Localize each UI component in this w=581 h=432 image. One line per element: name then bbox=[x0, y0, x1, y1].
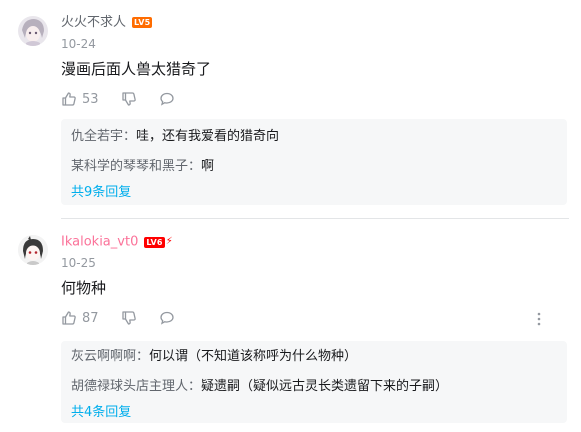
comment-item: Ikalokia_vt0 LV6 ⚡ 10-25 何物种 87 灰云啊啊啊：何以… bbox=[0, 219, 581, 432]
reply-item: 灰云啊啊啊：何以谓（不知道该称呼为什么物种） bbox=[71, 349, 557, 365]
comment-content: 漫画后面人兽太猎奇了 bbox=[61, 60, 212, 78]
dislike-button[interactable] bbox=[121, 91, 137, 107]
thumbs-down-icon bbox=[121, 91, 137, 107]
reply-separator: ： bbox=[188, 379, 202, 394]
reply-text: 啊 bbox=[201, 159, 215, 174]
comment-content: 何物种 bbox=[61, 279, 107, 297]
reply-text: 哇，还有我爱看的猎奇向 bbox=[136, 129, 280, 144]
reply-button[interactable] bbox=[159, 91, 175, 107]
reply-username[interactable]: 胡德禄球头店主理人 bbox=[71, 379, 188, 394]
view-more-replies-link[interactable]: 共9条回复 bbox=[71, 185, 557, 201]
reply-bubble-icon bbox=[159, 91, 175, 107]
username[interactable]: 火火不求人 LV5 bbox=[61, 15, 153, 31]
reply-username[interactable]: 灰云啊啊啊 bbox=[71, 349, 136, 364]
reply-list: 灰云啊啊啊：何以谓（不知道该称呼为什么物种） 胡德禄球头店主理人：疑遗嗣（疑似远… bbox=[61, 341, 567, 423]
reply-separator: ： bbox=[136, 349, 150, 364]
more-icon[interactable] bbox=[537, 311, 541, 330]
dislike-button[interactable] bbox=[121, 310, 137, 326]
view-more-replies-link[interactable]: 共4条回复 bbox=[71, 405, 557, 421]
reply-item: 仇全若宇：哇，还有我爱看的猎奇向 bbox=[71, 129, 557, 145]
lightning-icon: ⚡ bbox=[165, 236, 173, 247]
reply-username[interactable]: 某科学的琴琴和黑子 bbox=[71, 159, 188, 174]
comment-item: 火火不求人 LV5 10-24 漫画后面人兽太猎奇了 53 仇全若宇：哇，还有我… bbox=[0, 0, 581, 219]
level-badge: LV6 bbox=[144, 236, 165, 248]
avatar[interactable] bbox=[18, 235, 48, 265]
like-count: 87 bbox=[82, 310, 99, 326]
username-text[interactable]: 火火不求人 bbox=[61, 15, 126, 30]
comment-time: 10-24 bbox=[61, 37, 96, 51]
reply-separator: ： bbox=[123, 129, 137, 144]
comment-time: 10-25 bbox=[61, 256, 96, 270]
reply-list: 仇全若宇：哇，还有我爱看的猎奇向 某科学的琴琴和黑子：啊 共9条回复 bbox=[61, 119, 567, 205]
level-badge: LV5 bbox=[132, 17, 153, 28]
reply-bubble-icon bbox=[159, 310, 175, 326]
reply-separator: ： bbox=[188, 159, 202, 174]
username-text[interactable]: Ikalokia_vt0 bbox=[61, 235, 138, 250]
reply-button[interactable] bbox=[159, 310, 175, 326]
reply-username[interactable]: 仇全若宇 bbox=[71, 129, 123, 144]
thumbs-up-icon bbox=[61, 91, 77, 107]
like-button[interactable]: 53 bbox=[61, 91, 99, 107]
reply-text: 疑遗嗣（疑似远古灵长类遗留下来的子嗣） bbox=[201, 379, 449, 394]
avatar[interactable] bbox=[18, 16, 48, 46]
reply-text: 何以谓（不知道该称呼为什么物种） bbox=[149, 349, 358, 364]
thumbs-up-icon bbox=[61, 310, 77, 326]
username[interactable]: Ikalokia_vt0 LV6 ⚡ bbox=[61, 234, 173, 251]
reply-item: 胡德禄球头店主理人：疑遗嗣（疑似远古灵长类遗留下来的子嗣） bbox=[71, 379, 557, 395]
reply-item: 某科学的琴琴和黑子：啊 bbox=[71, 159, 557, 175]
comment-actions: 53 bbox=[61, 89, 197, 109]
thumbs-down-icon bbox=[121, 310, 137, 326]
comment-actions: 87 bbox=[61, 308, 197, 328]
like-button[interactable]: 87 bbox=[61, 310, 99, 326]
like-count: 53 bbox=[82, 91, 99, 107]
